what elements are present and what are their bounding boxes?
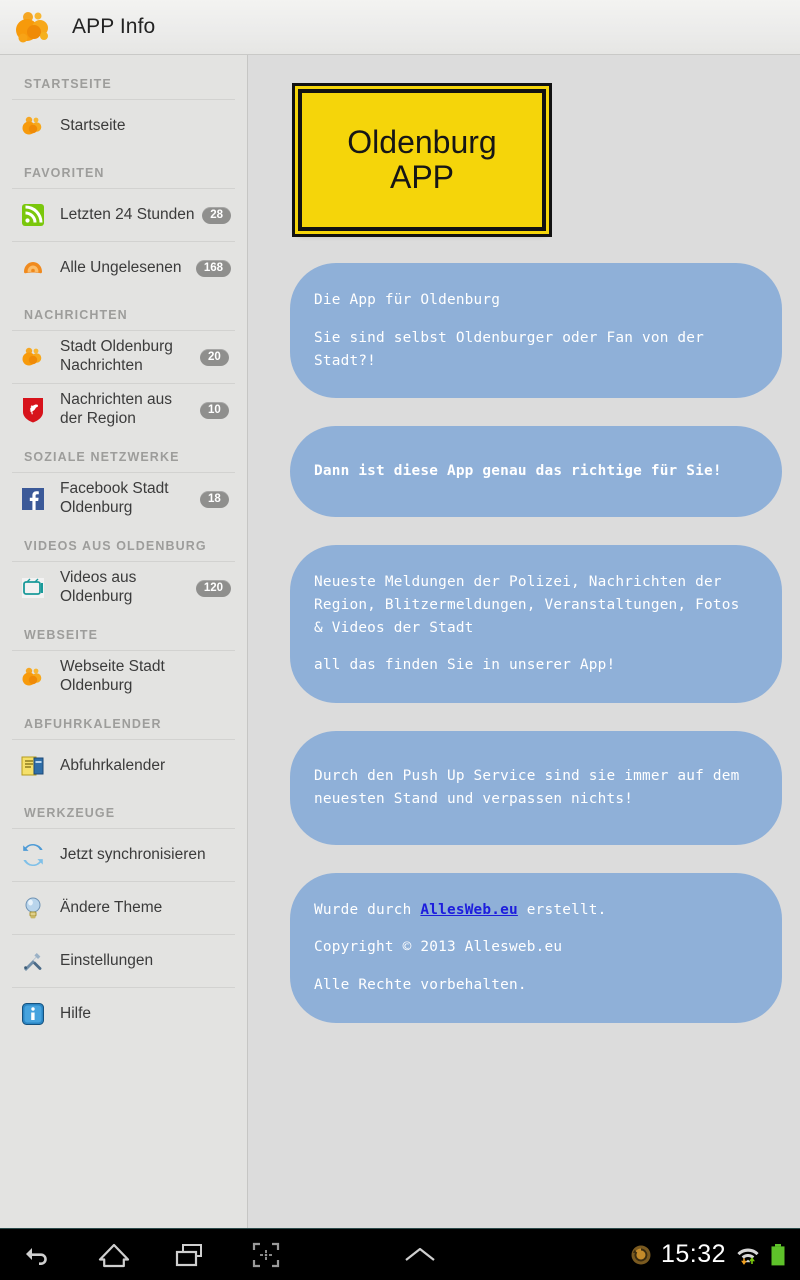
home-icon[interactable] [76,1229,152,1280]
sidebar-section-header: NACHRICHTEN [24,308,128,322]
app-root: APP Info STARTSEITE Startseite FAVORITEN… [0,0,800,1280]
sidebar-item-label: Nachrichten aus der Region [60,391,173,427]
sign-line-1: Oldenburg [347,124,497,161]
info-bubble-footer: Wurde durch AllesWeb.eu erstellt. Copyri… [290,872,782,1023]
content-pane: Oldenburg APP Die App für Oldenburg Sie … [248,55,800,1228]
sidebar-section-header: VIDEOS AUS OLDENBURG [24,539,207,553]
lower-saxony-crest-icon [20,397,46,423]
sidebar-item-label: Letzten 24 Stunden [60,205,195,223]
sidebar-item-label: Jetzt synchronisieren [60,845,206,863]
footer-suffix: erstellt. [517,901,607,918]
page-title: APP Info [72,15,156,38]
info-bubble-callout: Dann ist diese App genau das richtige fü… [290,426,782,517]
sidebar-section-header: FAVORITEN [24,166,105,180]
bubble-list: Die App für Oldenburg Sie sind selbst Ol… [290,263,782,1023]
unread-badge: 20 [200,348,229,366]
unread-badge: 10 [200,401,229,419]
orange-feed-icon [20,255,46,281]
sidebar-item-jetzt-synchronisieren[interactable]: Jetzt synchronisieren [0,829,247,881]
sidebar-item-facebook-stadt-oldenburg[interactable]: Facebook Stadt Oldenburg 18 [0,473,247,525]
sidebar-section-header: STARTSEITE [24,77,112,91]
chevron-up-icon[interactable] [382,1229,458,1280]
bubble-paragraph: Dann ist diese App genau das richtige fü… [314,463,722,480]
bubble-paragraph: Durch den Push Up Service sind sie immer… [314,768,740,807]
sidebar-item-alle-ungelesenen[interactable]: Alle Ungelesenen 168 [0,242,247,294]
sidebar-item-label: Abfuhrkalender [60,756,166,774]
orange-blob-icon [20,113,46,139]
footer-copyright: Copyright © 2013 Allesweb.eu [314,939,563,956]
sign-line-2: APP [389,159,455,195]
system-navigation-bar: 15:32 [0,1228,800,1280]
action-bar: APP Info [0,0,800,55]
unread-badge: 120 [195,579,231,597]
info-bubble-features: Neueste Meldungen der Polizei, Nachricht… [290,545,782,703]
sidebar-item-webseite-stadt-oldenburg[interactable]: Webseite Stadt Oldenburg [0,651,247,703]
calendar-waste-icon [20,753,46,779]
bubble-paragraph: all das finden Sie in unserer App! [314,657,616,674]
unread-badge: 18 [200,490,229,508]
battery-full-icon [770,1243,786,1267]
sidebar-item-einstellungen[interactable]: Einstellungen [0,935,247,987]
sidebar-section-header: SOZIALE NETZWERKE [24,450,180,464]
back-icon[interactable] [0,1229,76,1280]
sync-status-icon [630,1244,652,1266]
orange-blob-icon [20,664,46,690]
sidebar-item-hilfe[interactable]: Hilfe [0,988,247,1040]
sidebar-item-label: Ändere Theme [60,898,163,916]
sidebar-item-aendere-theme[interactable]: Ändere Theme [0,882,247,934]
oldenburg-app-sign: Oldenburg APP [295,86,549,234]
sidebar-item-startseite[interactable]: Startseite [0,100,247,152]
info-icon [20,1001,46,1027]
sidebar-item-stadt-oldenburg-nachrichten[interactable]: Stadt Oldenburg Nachrichten 20 [0,331,247,383]
sidebar-item-label: Videos aus Oldenburg [60,569,137,605]
body-split: STARTSEITE Startseite FAVORITEN Letzten … [0,55,800,1228]
sidebar[interactable]: STARTSEITE Startseite FAVORITEN Letzten … [0,55,248,1228]
facebook-icon [20,486,46,512]
sidebar-section-header: WEBSEITE [24,628,99,642]
info-bubble-intro: Die App für Oldenburg Sie sind selbst Ol… [290,263,782,399]
sidebar-item-label: Alle Ungelesenen [60,258,182,276]
screenshot-icon[interactable] [228,1229,304,1280]
sidebar-section-header: ABFUHRKALENDER [24,717,162,731]
sidebar-item-nachrichten-aus-der-region[interactable]: Nachrichten aus der Region 10 [0,384,247,436]
recents-icon[interactable] [152,1229,228,1280]
lightbulb-icon [20,895,46,921]
sync-icon [20,842,46,868]
bubble-paragraph: Neueste Meldungen der Polizei, Nachricht… [314,574,740,636]
unread-badge: 168 [195,259,231,277]
nav-buttons [0,1229,458,1280]
bubble-paragraph: Die App für Oldenburg [314,292,501,308]
sidebar-item-label: Einstellungen [60,951,154,969]
city-sign-wrapper: Oldenburg APP [290,86,774,234]
sidebar-item-abfuhrkalender[interactable]: Abfuhrkalender [0,740,247,792]
unread-badge: 28 [202,206,231,224]
allesweb-link[interactable]: AllesWeb.eu [420,902,518,918]
footer-rights: Alle Rechte vorbehalten. [314,977,527,993]
status-tray[interactable]: 15:32 [630,1240,800,1269]
sidebar-item-label: Stadt Oldenburg Nachrichten [60,338,173,374]
sidebar-item-label: Startseite [60,116,126,134]
sidebar-item-letzten-24-stunden[interactable]: Letzten 24 Stunden 28 [0,189,247,241]
info-bubble-push: Durch den Push Up Service sind sie immer… [290,731,782,845]
tools-icon [20,948,46,974]
footer-prefix: Wurde durch [314,901,421,918]
sidebar-item-label: Hilfe [60,1004,92,1022]
sidebar-item-label: Facebook Stadt Oldenburg [60,480,169,516]
tv-icon [20,575,46,601]
wifi-icon [735,1244,761,1266]
sidebar-section-header: WERKZEUGE [24,806,116,820]
rss-feed-icon [20,202,46,228]
orange-blob-icon [20,344,46,370]
bubble-paragraph: Sie sind selbst Oldenburger oder Fan von… [314,329,705,369]
footer-credit-line: Wurde durch AllesWeb.eu erstellt. [314,899,756,922]
orange-blob-logo-icon [14,8,54,46]
sidebar-item-label: Webseite Stadt Oldenburg [60,658,165,694]
clock: 15:32 [660,1240,726,1268]
sidebar-item-videos-aus-oldenburg[interactable]: Videos aus Oldenburg 120 [0,562,247,614]
